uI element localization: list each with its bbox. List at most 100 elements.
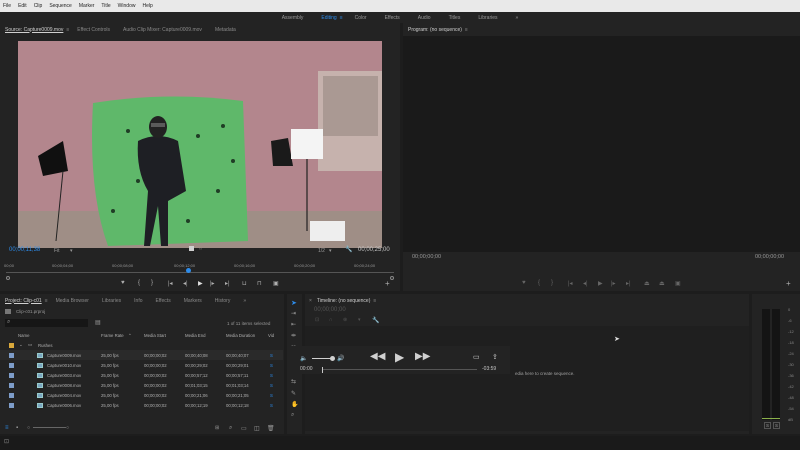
scroll-start-handle[interactable]: [6, 276, 10, 280]
thumbnail-size-slider[interactable]: [33, 427, 66, 428]
column-media-duration[interactable]: Media Duration: [226, 333, 255, 338]
menu-help[interactable]: Help: [142, 3, 152, 9]
workspace-overflow-icon[interactable]: »: [507, 15, 528, 21]
bin-expand-chevron-icon[interactable]: ⌄: [19, 342, 23, 348]
zoom-tool-icon[interactable]: ⌕: [291, 412, 294, 419]
program-timecode-left[interactable]: 00;00;00;00: [412, 254, 441, 260]
ripple-edit-tool-icon[interactable]: ⇤: [291, 321, 296, 328]
column-video[interactable]: Vid: [268, 333, 274, 338]
project-tab-menu-icon[interactable]: ≡: [45, 298, 48, 304]
tab-info[interactable]: Info: [134, 298, 142, 304]
program-tab-menu-icon[interactable]: ≡: [465, 27, 468, 33]
hand-tool-icon[interactable]: ✋: [291, 401, 298, 408]
extract-icon[interactable]: ⏏: [659, 280, 665, 287]
list-view-icon[interactable]: ≡: [5, 425, 9, 431]
program-video-area[interactable]: [403, 36, 800, 252]
clip-name[interactable]: Capture0004.mov: [47, 393, 81, 398]
volume-slider-knob[interactable]: [330, 356, 335, 361]
tab-metadata[interactable]: Metadata: [215, 27, 236, 33]
find-icon[interactable]: ⌕: [229, 425, 232, 432]
clip-name[interactable]: Capture0009.mov: [47, 353, 81, 358]
program-go-to-out-icon[interactable]: ▸|: [626, 280, 631, 287]
column-media-start[interactable]: Media Start: [144, 333, 166, 338]
rewind-icon[interactable]: ◀◀: [370, 351, 385, 362]
program-go-to-in-icon[interactable]: |◂: [568, 280, 573, 287]
new-item-icon[interactable]: ◫: [254, 425, 260, 432]
bin-name[interactable]: Rushes: [38, 343, 53, 348]
column-name[interactable]: Name: [18, 333, 29, 338]
zoom-out-icon[interactable]: ○: [27, 425, 30, 431]
program-mark-in-icon[interactable]: {: [538, 280, 540, 286]
tab-history[interactable]: History: [215, 298, 231, 304]
solo-right-button[interactable]: S: [773, 422, 781, 429]
timeline-close-icon[interactable]: ×: [309, 298, 312, 304]
program-add-button-icon[interactable]: +: [786, 279, 791, 288]
table-row[interactable]: Capture0009.mov 25,00 fps 00;00;00;02 00…: [0, 350, 283, 360]
volume-slider-track[interactable]: [312, 358, 332, 359]
column-media-end[interactable]: Media End: [185, 333, 206, 338]
source-zoom-select[interactable]: Fit: [54, 248, 60, 254]
source-zoom-chevron-down-icon[interactable]: ▾: [70, 248, 73, 254]
workspace-menu-icon[interactable]: ≡: [340, 15, 343, 21]
tab-timeline[interactable]: Timeline: (no sequence): [317, 298, 370, 304]
workspace-libraries[interactable]: Libraries: [469, 15, 506, 21]
timeline-timecode[interactable]: 00;00;00;00: [314, 307, 346, 313]
clip-color-label[interactable]: [9, 403, 14, 408]
selection-tool-icon[interactable]: ➤: [291, 299, 297, 307]
clip-color-label[interactable]: [9, 373, 14, 378]
menu-sequence[interactable]: Sequence: [49, 3, 72, 9]
tab-audio-clip-mixer[interactable]: Audio Clip Mixer: Capture0009.mov: [123, 27, 202, 33]
resolution-chevron-down-icon[interactable]: ▾: [329, 248, 332, 254]
timeline-tab-menu-icon[interactable]: ≡: [373, 298, 376, 304]
clip-color-label[interactable]: [9, 383, 14, 388]
add-marker-icon[interactable]: ♥: [121, 280, 125, 286]
bin-row[interactable]: ⌄ ▭ Rushes: [0, 340, 283, 350]
table-row[interactable]: Capture0008.mov 25,00 fps 00;00;00;02 00…: [0, 380, 283, 390]
pen-tool-icon[interactable]: ✎: [291, 390, 296, 397]
table-row[interactable]: Capture0010.mov 25,00 fps 00;00;00;02 00…: [0, 360, 283, 370]
tab-markers[interactable]: Markers: [184, 298, 202, 304]
table-row[interactable]: Capture0006.mov 25,00 fps 00;00;00;02 00…: [0, 400, 283, 410]
tab-source[interactable]: Source: Capture0009.mov: [5, 27, 63, 33]
menu-window[interactable]: Window: [118, 3, 136, 9]
icon-view-icon[interactable]: ▪: [16, 425, 18, 431]
menu-edit[interactable]: Edit: [18, 3, 27, 9]
mark-out-icon[interactable]: }: [151, 280, 153, 286]
source-video-frame[interactable]: [18, 41, 382, 248]
program-export-frame-icon[interactable]: ▣: [675, 280, 681, 287]
add-marker-timeline-icon[interactable]: ▾: [358, 317, 361, 323]
tab-effect-controls[interactable]: Effect Controls: [77, 27, 110, 33]
tab-media-browser[interactable]: Media Browser: [56, 298, 89, 304]
automate-to-sequence-icon[interactable]: ⊞: [215, 425, 219, 431]
workspace-color[interactable]: Color: [346, 15, 376, 21]
mark-in-icon[interactable]: {: [138, 280, 140, 286]
menu-marker[interactable]: Marker: [79, 3, 95, 9]
clip-name[interactable]: Capture0010.mov: [47, 363, 81, 368]
add-button-icon[interactable]: +: [385, 279, 390, 288]
trash-icon[interactable]: 🗑: [267, 425, 275, 432]
bin-color-label[interactable]: [9, 343, 14, 348]
table-row[interactable]: Capture0003.mov 25,00 fps 00;00;00;02 00…: [0, 370, 283, 380]
tab-project[interactable]: Project: Clip-c01: [5, 298, 42, 304]
zoom-in-icon[interactable]: ○: [66, 425, 69, 431]
clip-name[interactable]: Capture0008.mov: [47, 383, 81, 388]
tab-libraries[interactable]: Libraries: [102, 298, 121, 304]
slide-tool-icon[interactable]: ⇆: [291, 378, 296, 385]
column-frame-rate[interactable]: Frame Rate: [101, 333, 124, 338]
snap-icon[interactable]: ∩: [329, 317, 333, 323]
nest-icon[interactable]: ⊡: [315, 317, 319, 323]
timeline-drop-area[interactable]: [305, 326, 749, 431]
output-display-icon[interactable]: ▭: [473, 353, 480, 361]
clip-color-label[interactable]: [9, 353, 14, 358]
menu-title[interactable]: Title: [101, 3, 110, 9]
tab-effects[interactable]: Effects: [156, 298, 171, 304]
marker-icon[interactable]: [189, 246, 194, 251]
table-row[interactable]: Capture0004.mov 25,00 fps 00;00;00;02 00…: [0, 390, 283, 400]
audio-playhead[interactable]: [322, 367, 323, 373]
speaker-icon[interactable]: 🔈: [300, 355, 307, 362]
clip-name[interactable]: Capture0003.mov: [47, 373, 81, 378]
share-icon[interactable]: ⇪: [492, 353, 498, 361]
clip-color-label[interactable]: [9, 393, 14, 398]
new-bin-icon[interactable]: ▤: [95, 319, 101, 326]
new-bin-footer-icon[interactable]: ▭: [241, 425, 247, 432]
